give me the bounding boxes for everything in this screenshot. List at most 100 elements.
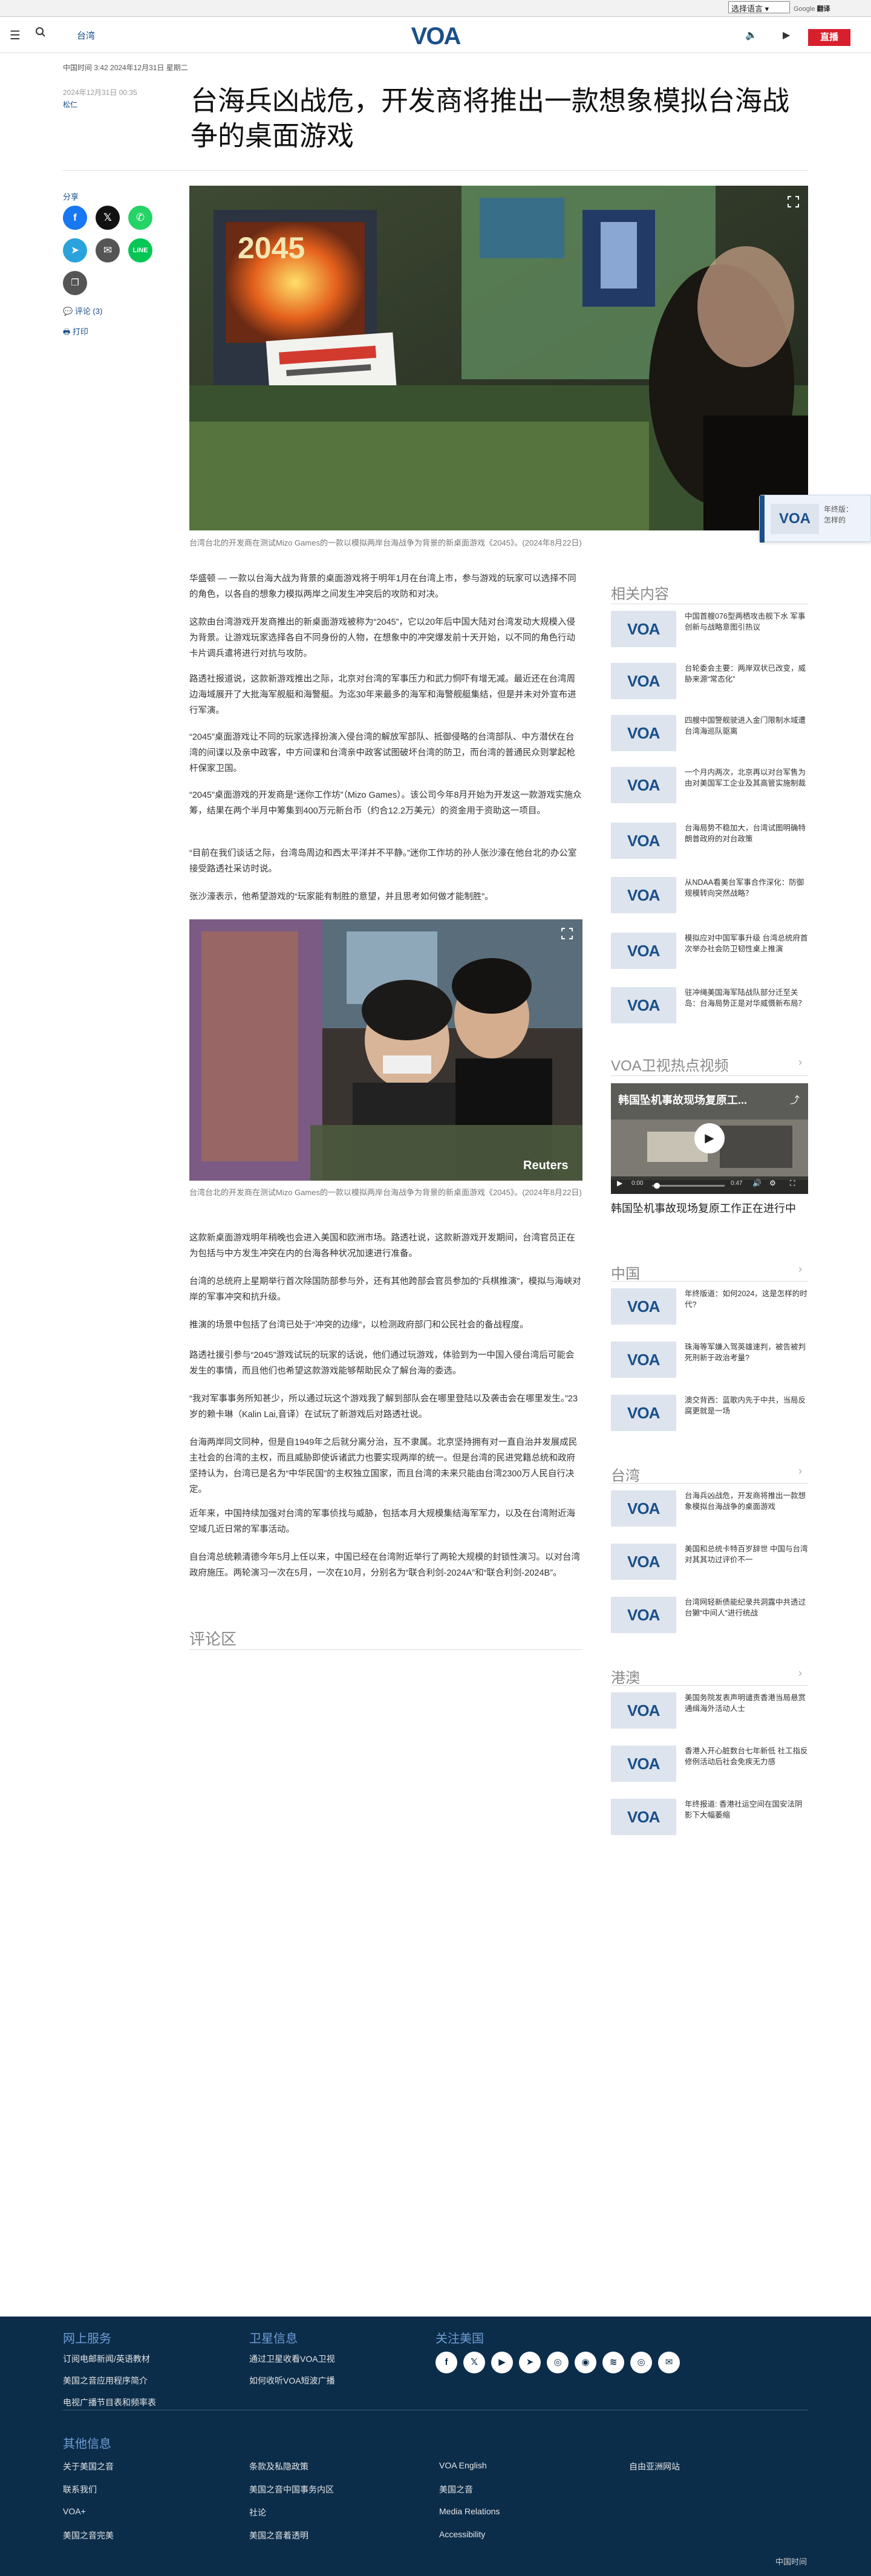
email-icon[interactable]: ✉ (658, 2352, 680, 2373)
footer-link[interactable]: 美国之音完美 (63, 2529, 114, 2542)
hk-thumb: VOA (611, 1746, 676, 1782)
language-select[interactable]: 选择语言 ▾ (728, 1, 790, 13)
inline-photo[interactable]: Reuters (189, 919, 582, 1181)
hk-item[interactable]: VOA 香港入开心脏数台七年新低 社工指反修例活动后社会免疾无力感 (611, 1746, 808, 1788)
video-player[interactable]: 韩国坠机事故现场复原工... ⤴ ▶ ▶ 0:00 0:47 🔊 ⚙ ⛶ (611, 1083, 808, 1194)
footer-link[interactable]: VOA+ (63, 2506, 86, 2516)
china-item[interactable]: VOA 年终版道：如何2024，这是怎样的时代? (611, 1288, 808, 1331)
copy-link-icon[interactable]: ❐ (63, 271, 87, 295)
audio-icon[interactable]: 🔈 (745, 29, 757, 41)
video-overlay-title: 韩国坠机事故现场复原工... (618, 1094, 748, 1106)
line-share-icon[interactable]: LINE (128, 238, 152, 262)
related-item[interactable]: VOA 四艘中国警舰驶进入金门限制水域遭台湾海巡队驱离 (611, 715, 808, 757)
footer-link[interactable]: 通过卫星收看VOA卫视 (249, 2353, 335, 2365)
article-paragraph: “2045”桌面游戏的开发商是“迷你工作坊”（Mizo Games）。该公司今年… (189, 791, 582, 816)
related-item[interactable]: VOA 台海局势不稳加大，台湾试图明确特朗普政府的对台政策 (611, 823, 808, 865)
x-icon[interactable]: 𝕏 (463, 2352, 485, 2373)
volume-icon[interactable]: 🔊 (752, 1179, 762, 1187)
footer-link[interactable]: 自由亚洲网站 (629, 2460, 680, 2473)
rss-icon[interactable]: ≋ (602, 2352, 624, 2373)
footer-link[interactable]: 美国之音 (439, 2483, 473, 2496)
author-link[interactable]: 松仁 (63, 99, 137, 111)
chevron-right-icon[interactable]: › (798, 1263, 802, 1276)
video-title[interactable]: 韩国坠机事故现场复原工作正在进行中 (611, 1201, 808, 1216)
article-paragraph: 张沙濠表示，他希望游戏的“玩家能有制胜的意望，并且思考如何做才能制胜”。 (189, 892, 494, 902)
china-heading[interactable]: 中国 (611, 1262, 640, 1283)
taiwan-thumb: VOA (611, 1597, 676, 1633)
print-link[interactable]: 🖶 打印 (63, 325, 88, 340)
hero-image[interactable]: 2045 (189, 186, 808, 530)
related-title: 从NDAA看美台军事合作深化：防御规模转向突然战略？ (685, 878, 804, 898)
whatsapp-share-icon[interactable]: ✆ (128, 206, 152, 230)
taiwan-item[interactable]: VOA 台湾网轻新债能纪录共洞露中共透过台獭“中间人”进行统战 (611, 1597, 808, 1639)
footer-link[interactable]: 美国之音中国事务内区 (249, 2483, 334, 2496)
publish-date: 2024年12月31日 00:35 (63, 88, 137, 97)
taiwan-item[interactable]: VOA 美国和总统卡特百岁辞世 中国与台湾对其其功过评价不一 (611, 1544, 808, 1586)
related-item[interactable]: VOA 模拟应对中国军事升级 台湾总统府首次举办社会防卫韧性桌上推演 (611, 933, 808, 975)
language-select-label: 选择语言 (731, 4, 763, 13)
footer-link[interactable]: 如何收听VOA短波广播 (249, 2375, 335, 2387)
share-icon[interactable]: ⤴ (790, 1092, 800, 1106)
settings-icon[interactable]: ⚙ (769, 1179, 776, 1187)
chevron-right-icon[interactable]: › (798, 1667, 802, 1680)
taiwan-title: 台湾网轻新债能纪录共洞露中共透过台獭“中间人”进行统战 (685, 1598, 806, 1617)
telegram-share-icon[interactable]: ➤ (63, 238, 87, 262)
instagram-icon[interactable]: ◎ (547, 2352, 569, 2373)
player-fullscreen-icon[interactable]: ⛶ (790, 1179, 795, 1188)
hk-heading[interactable]: 港澳 (611, 1666, 640, 1687)
youtube-icon[interactable]: ▶ (491, 2352, 513, 2373)
taiwan-heading[interactable]: 台湾 (611, 1464, 640, 1485)
china-item[interactable]: VOA 澳交背西：蓝歌内先于中共，当局反腐更就是一场 (611, 1395, 808, 1437)
chevron-right-icon[interactable]: › (798, 1465, 802, 1478)
section-link[interactable]: 台湾 (77, 29, 95, 42)
footer-link[interactable]: Accessibility (439, 2529, 485, 2539)
podcast-icon-2[interactable]: ◎ (630, 2352, 652, 2373)
related-item[interactable]: VOA 一个月内两次，北京再以对台军售为由对美国军工企业及其高管实施制裁 (611, 767, 808, 809)
float-card-text: 年终版： 怎样的 (824, 504, 853, 526)
google-translate-badge[interactable]: Google 翻译 (794, 4, 830, 13)
related-item[interactable]: VOA 驻冲绳美国海军陆战队部分迁至关岛：台海局势正是对华威慑新布局？ (611, 987, 808, 1029)
related-item[interactable]: VOA 从NDAA看美台军事合作深化：防御规模转向突然战略？ (611, 877, 808, 919)
search-icon[interactable] (35, 27, 46, 41)
live-button[interactable]: 直播 (808, 29, 850, 46)
footer-link[interactable]: 电视广播节目表和频率表 (63, 2396, 156, 2408)
footer-link[interactable]: 社论 (249, 2506, 266, 2519)
related-item[interactable]: VOA 台轮委会主要：两岸双状已改变，威胁来源“常态化” (611, 663, 808, 705)
video-icon[interactable]: ▶ (783, 29, 790, 41)
facebook-share-icon[interactable]: f (63, 206, 87, 230)
hk-item[interactable]: VOA 美国务院发表声明谴责香港当局悬赏通缉海外活动人士 (611, 1692, 808, 1735)
comments-link[interactable]: 💬 评论 (3) (63, 305, 102, 316)
china-thumb: VOA (611, 1288, 676, 1325)
menu-icon[interactable]: ☰ (10, 28, 21, 43)
facebook-icon[interactable]: f (436, 2352, 457, 2373)
video-heading[interactable]: VOA卫视热点视频 (611, 1054, 729, 1075)
footer-link[interactable]: 条款及私隐政策 (249, 2460, 308, 2473)
china-item[interactable]: VOA 珠海等军嫌入驾英雄速判，被告被判死刑新于政治考量? (611, 1342, 808, 1384)
article-paragraph: 这款新桌面游戏明年稍晚也会进入美国和欧洲市场。路透社说，这款新游戏开发期间，台湾… (189, 1233, 575, 1259)
x-share-icon[interactable]: 𝕏 (96, 206, 120, 230)
podcast-icon[interactable]: ◉ (575, 2352, 596, 2373)
floating-related-card[interactable]: VOA 年终版： 怎样的 (759, 495, 871, 543)
voa-logo[interactable]: VOA (405, 23, 466, 50)
float-card-accent (760, 495, 765, 543)
footer-link[interactable]: 联系我们 (63, 2483, 97, 2496)
player-play-icon[interactable]: ▶ (617, 1179, 622, 1187)
chevron-right-icon[interactable]: › (798, 1056, 802, 1069)
related-thumb: VOA (611, 877, 676, 913)
footer-link[interactable]: 订阅电邮新闻/英语教材 (63, 2353, 150, 2365)
email-share-icon[interactable]: ✉ (96, 238, 120, 262)
footer-link[interactable]: 美国之音应用程序简介 (63, 2375, 148, 2387)
hk-title: 年终报道: 香港社运空间在国安法阴影下大幅萎缩 (685, 1800, 803, 1819)
footer-link[interactable]: VOA English (439, 2460, 487, 2470)
footer-link[interactable]: Media Relations (439, 2506, 500, 2516)
footer-link[interactable]: 美国之音着透明 (249, 2529, 308, 2542)
taiwan-item[interactable]: VOA 台海兵凶战危，开发商将推出一款想象模拟台海战争的桌面游戏 (611, 1490, 808, 1533)
hk-item[interactable]: VOA 年终报道: 香港社运空间在国安法阴影下大幅萎缩 (611, 1799, 808, 1841)
related-item[interactable]: VOA 中国首艘076型两栖攻击舰下水 军事创新与战略意图引热议 (611, 611, 808, 653)
print-icon: 🖶 (63, 327, 71, 336)
telegram-icon[interactable]: ➤ (519, 2352, 541, 2373)
footer-copyright: 中国时间 (775, 2557, 807, 2566)
play-button[interactable]: ▶ (694, 1123, 725, 1153)
footer-link[interactable]: 关于美国之音 (63, 2460, 114, 2473)
footer-voa-heading: 卫星信息 (249, 2332, 298, 2346)
